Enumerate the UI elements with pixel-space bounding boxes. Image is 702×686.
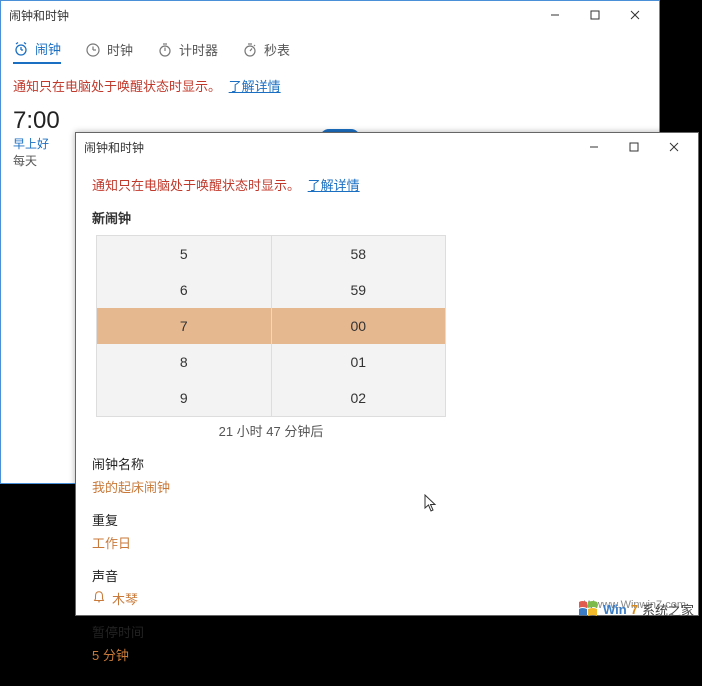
hour-picker[interactable]: 56789 (97, 236, 272, 416)
alarm-name-label: 闹钟名称 (92, 454, 682, 473)
snooze-value[interactable]: 5 分钟 (92, 645, 682, 664)
tab-stopwatch[interactable]: 秒表 (242, 36, 290, 63)
maximize-button-front[interactable] (614, 133, 654, 161)
alarm-name-value[interactable]: 我的起床闹钟 (92, 477, 682, 496)
hour-option[interactable]: 8 (97, 344, 271, 380)
tab-timer[interactable]: 计时器 (157, 36, 218, 63)
field-alarm-name[interactable]: 闹钟名称 我的起床闹钟 (92, 454, 682, 496)
tabs: 闹钟 时钟 计时器 秒表 (1, 29, 659, 70)
time-picker: 56789 5859000102 (96, 235, 446, 417)
tab-alarm-label: 闹钟 (35, 39, 61, 58)
repeat-value[interactable]: 工作日 (92, 533, 682, 552)
window-title-back: 闹钟和时钟 (9, 7, 535, 24)
hour-option[interactable]: 9 (97, 380, 271, 416)
watermark-brand-p2: 7 (631, 602, 638, 617)
hour-option[interactable]: 5 (97, 236, 271, 272)
alarm-name: 早上好 (13, 135, 60, 152)
minute-option[interactable]: 02 (272, 380, 446, 416)
minimize-button[interactable] (535, 1, 575, 29)
tab-clock[interactable]: 时钟 (85, 36, 133, 63)
tab-stopwatch-label: 秒表 (264, 40, 290, 59)
alarm-info: 7:00 早上好 每天 (13, 107, 60, 169)
titlebar-back: 闹钟和时钟 (1, 1, 659, 29)
minute-option[interactable]: 01 (272, 344, 446, 380)
tab-alarm[interactable]: 闹钟 (13, 35, 61, 64)
time-until-label: 21 小时 47 分钟后 (92, 421, 450, 440)
clock-icon (85, 42, 101, 58)
alarm-repeat: 每天 (13, 152, 60, 169)
tab-clock-label: 时钟 (107, 40, 133, 59)
notice-bar-front: 通知只在电脑处于唤醒状态时显示。 了解详情 (92, 169, 682, 200)
new-alarm-heading: 新闹钟 (92, 208, 682, 227)
notice-link-back[interactable]: 了解详情 (229, 79, 281, 94)
window-title-front: 闹钟和时钟 (84, 139, 574, 156)
alarm-icon (13, 41, 29, 57)
watermark-brand: Win 7 系统之家 (577, 598, 694, 620)
stopwatch-icon (242, 42, 258, 58)
tab-timer-label: 计时器 (179, 40, 218, 59)
timer-icon (157, 42, 173, 58)
minute-option[interactable]: 00 (272, 308, 446, 344)
close-button[interactable] (615, 1, 655, 29)
watermark-brand-p3: 系统之家 (642, 600, 694, 619)
minute-option[interactable]: 58 (272, 236, 446, 272)
hour-option[interactable]: 6 (97, 272, 271, 308)
titlebar-front: 闹钟和时钟 (76, 133, 698, 161)
notice-text-front: 通知只在电脑处于唤醒状态时显示。 (92, 178, 300, 193)
minute-picker[interactable]: 5859000102 (272, 236, 446, 416)
field-snooze[interactable]: 暂停时间 5 分钟 (92, 622, 682, 664)
sound-value: 木琴 (112, 589, 138, 608)
sound-label: 声音 (92, 566, 682, 585)
notice-link-front[interactable]: 了解详情 (308, 178, 360, 193)
field-repeat[interactable]: 重复 工作日 (92, 510, 682, 552)
minimize-button-front[interactable] (574, 133, 614, 161)
close-button-front[interactable] (654, 133, 694, 161)
notice-bar-back: 通知只在电脑处于唤醒状态时显示。 了解详情 (1, 70, 659, 101)
maximize-button[interactable] (575, 1, 615, 29)
hour-option[interactable]: 7 (97, 308, 271, 344)
watermark-brand-p1: Win (603, 602, 627, 617)
bell-icon (92, 590, 106, 607)
window-controls-back (535, 1, 655, 29)
alarm-time: 7:00 (13, 107, 60, 135)
snooze-label: 暂停时间 (92, 622, 682, 641)
notice-text-back: 通知只在电脑处于唤醒状态时显示。 (13, 79, 221, 94)
cursor-icon (424, 494, 438, 512)
repeat-label: 重复 (92, 510, 682, 529)
window-controls-front (574, 133, 694, 161)
minute-option[interactable]: 59 (272, 272, 446, 308)
window-alarm-edit: 闹钟和时钟 通知只在电脑处于唤醒状态时显示。 了解详情 新闹钟 56789 58… (75, 132, 699, 616)
windows-logo-icon (577, 598, 599, 620)
